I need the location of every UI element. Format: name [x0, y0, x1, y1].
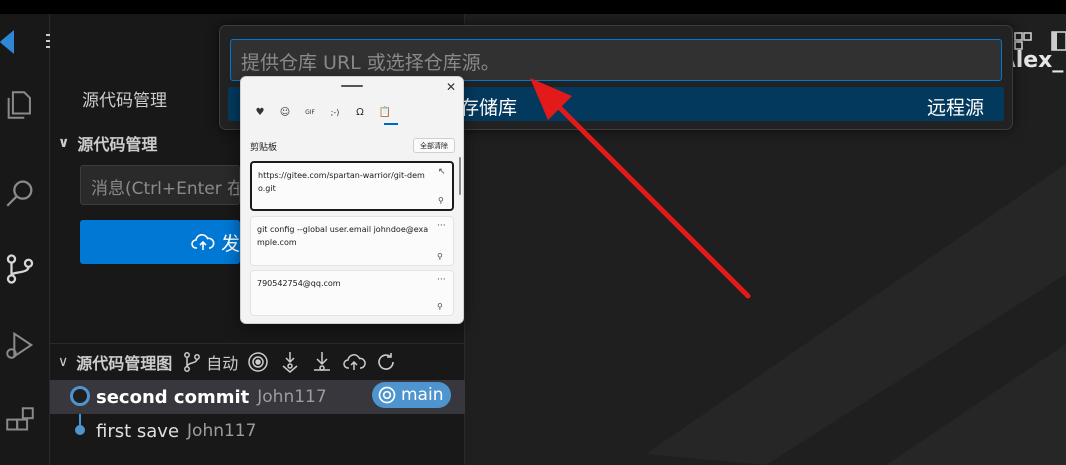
- tab-kaomoji[interactable]: ;-): [328, 105, 342, 119]
- clipboard-item[interactable]: git config --global user.email johndoe@e…: [250, 216, 454, 266]
- chevron-down-icon: ∨: [58, 353, 69, 370]
- scrollbar[interactable]: [459, 157, 461, 195]
- tab-favorites[interactable]: ♥: [253, 105, 267, 119]
- drag-handle[interactable]: [341, 85, 363, 87]
- more-options-icon[interactable]: ···: [437, 275, 446, 285]
- more-options-icon[interactable]: ···: [437, 221, 446, 231]
- section-title: 源代码管理: [77, 135, 158, 154]
- cloud-upload-icon: [191, 232, 215, 252]
- branch-icon: [184, 351, 201, 372]
- pull-icon[interactable]: [310, 350, 334, 374]
- quick-pick-item-label: 存储库: [460, 97, 518, 119]
- refresh-icon[interactable]: [374, 350, 398, 374]
- source-control-icon[interactable]: [0, 246, 40, 292]
- clipboard-item-text: https://gitee.com/spartan-warrior/git-de…: [258, 171, 425, 193]
- chevron-down-icon: ∨: [58, 135, 70, 151]
- vscode-logo-icon: [0, 30, 14, 54]
- pin-icon[interactable]: ⚲: [438, 196, 444, 205]
- commit-node: [75, 425, 85, 435]
- commit-message: first save: [96, 420, 180, 442]
- pin-icon[interactable]: ⚲: [437, 252, 443, 261]
- source-control-section-header[interactable]: ∨ 源代码管理: [58, 131, 157, 155]
- branch-name: main: [401, 385, 444, 405]
- cursor-icon: ↖: [438, 167, 446, 177]
- branch-badge[interactable]: main: [372, 382, 452, 408]
- active-tab-indicator: [384, 123, 398, 125]
- explorer-icon[interactable]: [0, 82, 40, 128]
- commit-button-label: 发: [220, 232, 240, 255]
- extensions-icon[interactable]: [0, 398, 40, 444]
- customize-layout-icon[interactable]: [1014, 32, 1032, 50]
- clipboard-item[interactable]: https://gitee.com/spartan-warrior/git-de…: [250, 161, 454, 211]
- pin-icon[interactable]: ⚲: [437, 302, 443, 311]
- graph-title: 源代码管理图: [76, 353, 173, 373]
- tab-emoji[interactable]: ☺: [278, 105, 292, 119]
- auto-label: 自动: [206, 353, 239, 373]
- clipboard-header: 剪贴板: [250, 143, 278, 153]
- tab-symbols[interactable]: Ω: [353, 105, 367, 119]
- clipboard-history-panel: ✕ ♥ ☺ GIF ;-) Ω 📋 剪贴板 全部清除 https://gitee…: [240, 76, 464, 324]
- commit-node-head: [70, 386, 90, 406]
- commit-button[interactable]: 发: [80, 220, 240, 264]
- activity-bar: [0, 14, 50, 465]
- tab-gif[interactable]: GIF: [303, 105, 317, 119]
- tab-clipboard[interactable]: 📋: [378, 105, 392, 119]
- repository-url-input[interactable]: 提供仓库 URL 或选择仓库源。: [230, 39, 1002, 81]
- clipboard-item-text: 790542754@qq.com: [257, 279, 341, 288]
- fetch-icon[interactable]: [278, 350, 302, 374]
- run-debug-icon[interactable]: [0, 322, 40, 368]
- sidebar-title: 源代码管理: [82, 91, 167, 111]
- target-icon: [378, 386, 396, 404]
- close-icon[interactable]: ✕: [446, 80, 456, 94]
- commit-message: second commit: [96, 386, 250, 408]
- quick-pick-item-detail: 远程源: [926, 97, 984, 119]
- graph-section-header[interactable]: ∨ 源代码管理图 自动: [50, 343, 465, 379]
- push-cloud-icon[interactable]: [342, 350, 367, 374]
- clipboard-item[interactable]: 790542754@qq.com ··· ⚲: [250, 270, 454, 316]
- commit-author: John117: [187, 421, 257, 441]
- commit-row[interactable]: first save John117: [50, 414, 465, 448]
- go-to-current-icon[interactable]: [246, 350, 270, 374]
- clipboard-item-text: git config --global user.email johndoe@e…: [257, 225, 429, 247]
- auto-branch-toggle[interactable]: 自动: [180, 350, 238, 374]
- commit-message-input[interactable]: 消息(Ctrl+Enter 在: [80, 165, 240, 205]
- clipboard-tabs: ♥ ☺ GIF ;-) Ω 📋: [253, 105, 392, 119]
- commit-author: John117: [257, 387, 327, 407]
- clear-all-button[interactable]: 全部清除: [413, 138, 455, 153]
- title-bar: [0, 0, 1066, 14]
- search-icon[interactable]: [0, 170, 40, 216]
